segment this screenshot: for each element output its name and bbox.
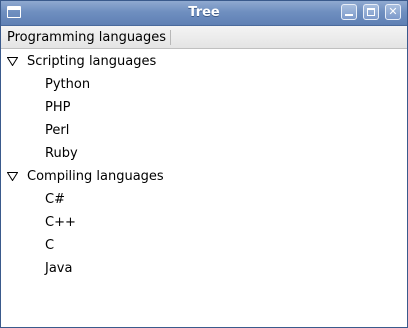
tree-row-php[interactable]: PHP [1, 96, 407, 119]
tree-row-scripting-languages[interactable]: Scripting languages [1, 50, 407, 73]
tree-row-python[interactable]: Python [1, 73, 407, 96]
tree-row-label: Python [45, 77, 91, 92]
tree-row-perl[interactable]: Perl [1, 119, 407, 142]
tree-window: Tree ✕ Programming languages Scripting l… [0, 0, 408, 328]
column-separator[interactable] [170, 30, 171, 45]
tree-row-label: C# [45, 192, 65, 207]
tree-row-label: Java [45, 261, 73, 276]
tree-row-csharp[interactable]: C# [1, 188, 407, 211]
tree-row-cpp[interactable]: C++ [1, 211, 407, 234]
maximize-icon [364, 5, 378, 19]
expander-triangle-icon[interactable] [7, 172, 18, 181]
column-header-label: Programming languages [7, 30, 167, 45]
tree-row-label: C [45, 238, 55, 253]
tree-row-ruby[interactable]: Ruby [1, 142, 407, 165]
close-button[interactable]: ✕ [385, 4, 401, 20]
minimize-icon [342, 5, 356, 19]
tree-row-label: PHP [45, 100, 71, 115]
tree-row-label: C++ [45, 215, 76, 230]
tree-row-label: Scripting languages [27, 54, 157, 69]
title-bar[interactable]: Tree ✕ [1, 1, 407, 26]
tree-row-label: Ruby [45, 146, 78, 161]
close-icon: ✕ [388, 5, 398, 18]
tree-row-label: Compiling languages [27, 169, 164, 184]
minimize-button[interactable] [341, 4, 357, 20]
expander-triangle-icon[interactable] [7, 57, 18, 66]
column-header[interactable]: Programming languages [1, 26, 407, 49]
tree-row-label: Perl [45, 123, 70, 138]
tree-row-compiling-languages[interactable]: Compiling languages [1, 165, 407, 188]
tree-row-java[interactable]: Java [1, 257, 407, 280]
maximize-button[interactable] [363, 4, 379, 20]
tree-view[interactable]: Scripting languages Python PHP Perl Ruby… [1, 50, 407, 327]
tree-row-c[interactable]: C [1, 234, 407, 257]
